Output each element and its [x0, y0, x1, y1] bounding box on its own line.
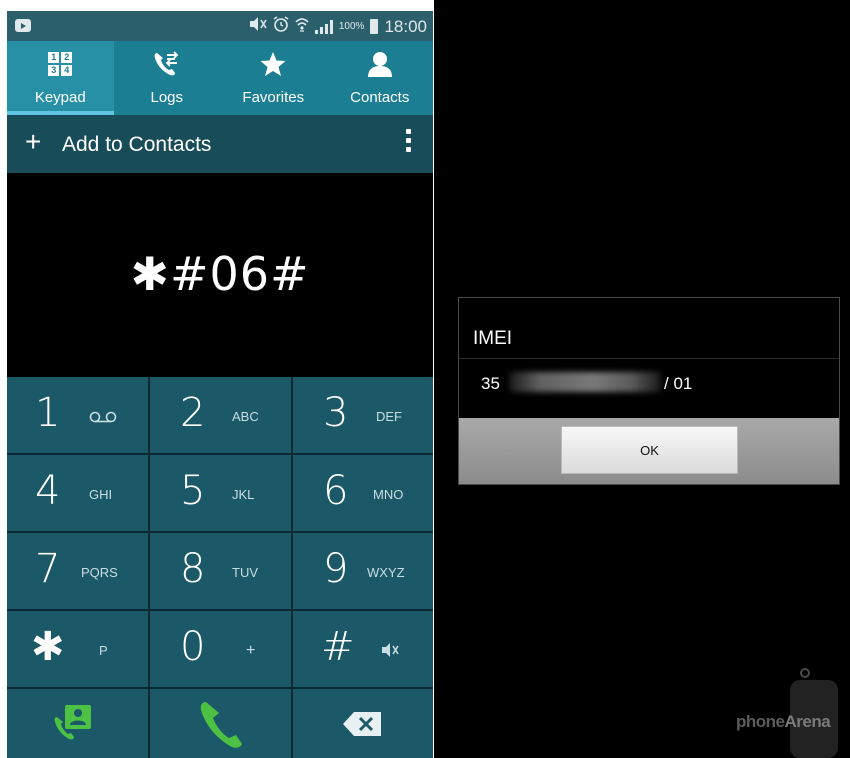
media-playing-icon — [15, 19, 31, 32]
dial-keypad: 1 2 ABC 3 DEF 4 GHI 5 JKL 6 MNO 7 PQRS 8… — [7, 377, 433, 758]
key-letters: PQRS — [81, 565, 118, 580]
add-contact-button[interactable] — [7, 689, 148, 758]
key-digit: 5 — [180, 468, 206, 514]
keypad-icon-digit: 4 — [61, 65, 73, 76]
imei-dialog: IMEI 35 / 01 OK — [458, 297, 840, 485]
ok-button[interactable]: OK — [561, 426, 738, 474]
imei-screen: IMEI 35 / 01 OK phoneArena — [434, 0, 850, 758]
key-letters: + — [246, 642, 256, 659]
tab-label: Logs — [150, 89, 184, 106]
tab-favorites[interactable]: Favorites — [220, 41, 327, 115]
key-1[interactable]: 1 — [7, 377, 148, 453]
watermark-brand-b: Arena — [784, 712, 831, 731]
alarm-icon — [273, 16, 289, 37]
dialog-button-area: OK — [459, 418, 839, 484]
action-bar: + Add to Contacts — [7, 115, 433, 173]
tab-bar: 1 2 3 4 Keypad Logs Favorites Contacts — [7, 41, 433, 115]
key-letters: WXYZ — [367, 565, 405, 580]
key-digit: 8 — [180, 546, 206, 592]
key-digit: 7 — [35, 546, 61, 592]
key-digit: ✱ — [31, 624, 65, 670]
key-digit: 6 — [323, 468, 349, 514]
key-2[interactable]: 2 ABC — [150, 377, 291, 453]
watermark-text: phoneArena — [736, 712, 831, 732]
imei-redaction — [509, 372, 661, 392]
imei-suffix: / 01 — [664, 374, 693, 393]
call-button[interactable] — [150, 689, 291, 758]
mute-icon — [249, 16, 267, 37]
key-letters: DEF — [376, 409, 402, 424]
logs-icon — [114, 49, 221, 79]
key-letters: P — [99, 643, 108, 658]
phonearena-watermark: phoneArena — [736, 668, 846, 758]
tab-logs[interactable]: Logs — [114, 41, 221, 115]
key-hash[interactable]: # — [293, 611, 433, 687]
key-7[interactable]: 7 PQRS — [7, 533, 148, 609]
key-star[interactable]: ✱ P — [7, 611, 148, 687]
add-to-contacts-label: Add to Contacts — [62, 133, 212, 156]
contact-icon — [327, 49, 434, 79]
key-3[interactable]: 3 DEF — [293, 377, 433, 453]
dialer-screen: 100% 18:00 1 2 3 4 Keypad Logs Favorites… — [7, 11, 433, 758]
keypad-icon-digit: 2 — [61, 52, 73, 63]
backspace-button[interactable] — [293, 689, 433, 758]
more-options-icon[interactable] — [406, 129, 411, 152]
tab-label: Keypad — [34, 89, 86, 106]
dialed-number: ✱#06# — [130, 247, 310, 301]
battery-icon — [370, 19, 379, 34]
watermark-brand-a: phone — [736, 712, 785, 731]
keypad-icon-digit: 1 — [48, 52, 60, 63]
key-4[interactable]: 4 GHI — [7, 455, 148, 531]
key-digit: 0 — [180, 624, 206, 670]
key-9[interactable]: 9 WXYZ — [293, 533, 433, 609]
key-0[interactable]: 0 + — [150, 611, 291, 687]
status-bar: 100% 18:00 — [7, 11, 433, 41]
battery-percent: 100% — [338, 21, 365, 32]
keypad-icon-digit: 3 — [48, 65, 60, 76]
star-icon — [220, 49, 327, 79]
dialog-divider — [459, 358, 839, 359]
backspace-icon — [342, 711, 382, 742]
key-letters: TUV — [232, 565, 258, 580]
tab-keypad[interactable]: 1 2 3 4 Keypad — [7, 41, 114, 115]
keypad-icon: 1 2 3 4 — [48, 52, 73, 76]
key-letters: ABC — [232, 409, 259, 424]
key-digit: 4 — [35, 468, 61, 514]
key-digit: 2 — [180, 390, 206, 436]
tab-label: Contacts — [350, 89, 410, 106]
key-8[interactable]: 8 TUV — [150, 533, 291, 609]
add-contact-icon — [53, 703, 95, 748]
tab-contacts[interactable]: Contacts — [327, 41, 434, 115]
key-5[interactable]: 5 JKL — [150, 455, 291, 531]
key-digit: # — [321, 624, 355, 670]
key-letters: JKL — [232, 487, 255, 502]
imei-prefix: 35 — [481, 374, 500, 393]
key-letters: GHI — [89, 487, 113, 502]
plus-icon: + — [25, 126, 42, 157]
signal-icon — [314, 19, 333, 34]
key-digit: 1 — [35, 390, 61, 436]
status-time: 18:00 — [384, 16, 427, 36]
key-digit: 9 — [323, 546, 349, 592]
dialog-title: IMEI — [473, 328, 513, 349]
key-letters: MNO — [373, 487, 404, 502]
mute-icon — [381, 642, 399, 663]
key-6[interactable]: 6 MNO — [293, 455, 433, 531]
call-icon — [198, 699, 248, 756]
voicemail-icon — [89, 410, 117, 428]
key-digit: 3 — [323, 390, 349, 436]
watermark-dot — [800, 668, 810, 678]
wifi-icon — [295, 16, 309, 37]
tab-label: Favorites — [242, 89, 305, 106]
